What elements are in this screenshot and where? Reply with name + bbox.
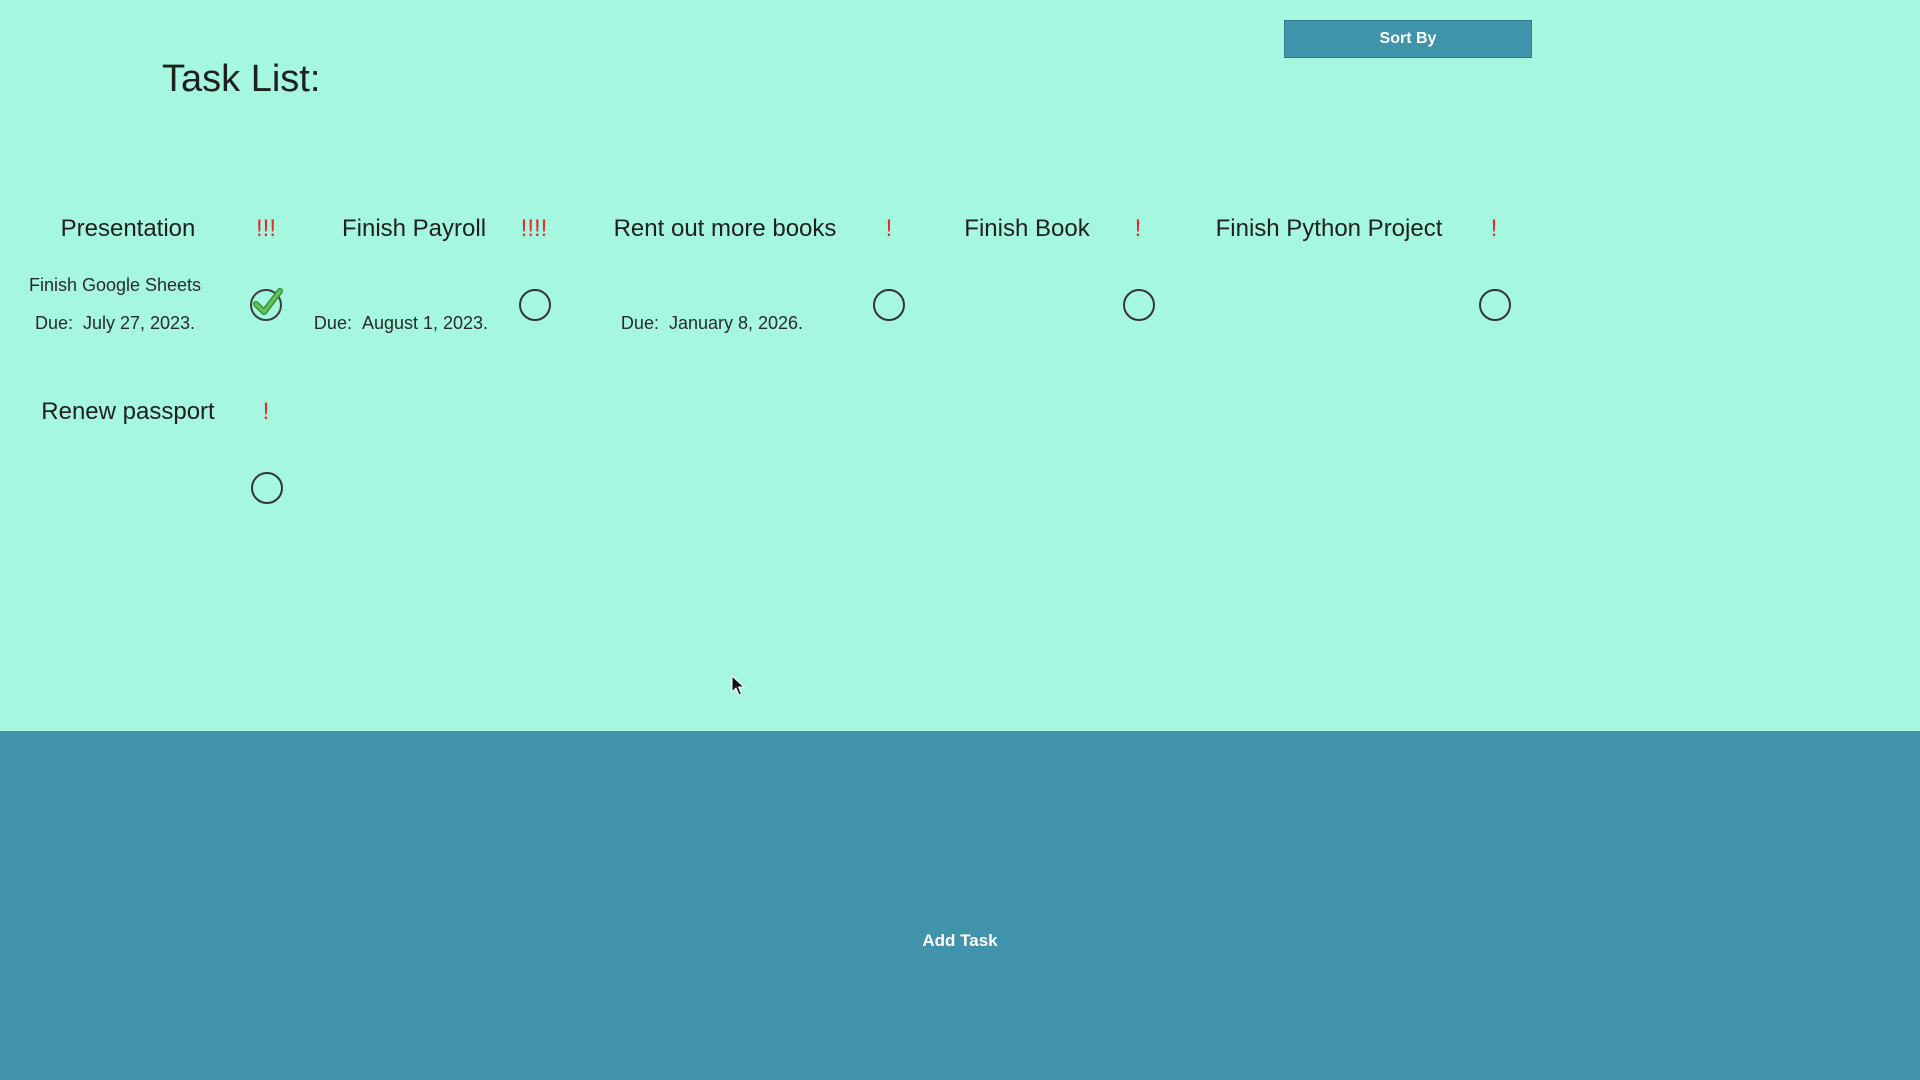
add-task-panel: Add Task — [0, 731, 1920, 1080]
task-title: Finish Payroll — [341, 215, 487, 242]
due-date: January 8, 2026. — [668, 313, 804, 333]
due-date: August 1, 2023. — [361, 313, 489, 333]
task-title: Presentation — [60, 215, 196, 242]
task-priority: !!! — [255, 215, 277, 242]
task-priority: ! — [262, 398, 270, 425]
task-title: Rent out more books — [613, 215, 837, 242]
task-list-area: Task List: Sort By Presentation !!! Fini… — [0, 0, 1920, 731]
due-date: July 27, 2023. — [82, 313, 196, 333]
task-complete-checkbox[interactable] — [251, 472, 283, 504]
page-title: Task List: — [162, 58, 321, 100]
task-complete-checkbox[interactable] — [1479, 289, 1511, 321]
task-priority: !!!! — [520, 215, 548, 242]
checkmark-icon — [253, 288, 283, 315]
mouse-cursor-icon — [731, 675, 745, 696]
task-priority: ! — [1134, 215, 1142, 242]
task-priority: ! — [885, 215, 893, 242]
task-complete-checkbox[interactable] — [1123, 289, 1155, 321]
task-complete-checkbox[interactable] — [250, 288, 283, 321]
task-due: Due: January 8, 2026. — [621, 313, 803, 334]
task-title: Finish Python Project — [1215, 215, 1443, 242]
task-complete-checkbox[interactable] — [519, 289, 551, 321]
due-label: Due: — [34, 313, 73, 333]
task-description: Finish Google Sheets — [28, 275, 202, 295]
task-title: Finish Book — [964, 215, 1090, 242]
due-label: Due: — [313, 313, 352, 333]
task-title: Renew passport — [41, 398, 215, 425]
task-priority: ! — [1490, 215, 1498, 242]
sort-by-button[interactable]: Sort By — [1284, 20, 1532, 58]
task-due: Due: August 1, 2023. — [314, 313, 488, 334]
task-due: Due: July 27, 2023. — [35, 313, 195, 334]
due-label: Due: — [620, 313, 659, 333]
task-complete-checkbox[interactable] — [873, 289, 905, 321]
add-task-button[interactable]: Add Task — [912, 927, 1007, 955]
